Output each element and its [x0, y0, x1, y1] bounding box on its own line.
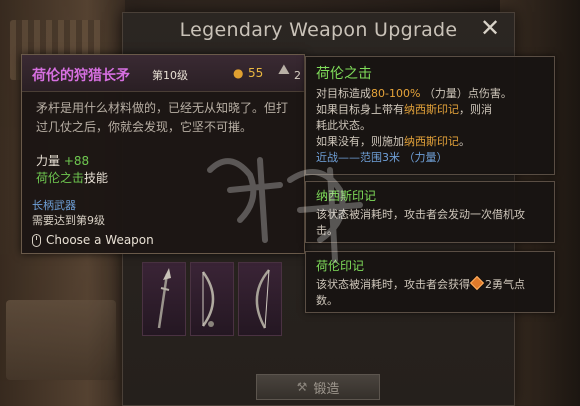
forge-button[interactable]: ⚒ 锻造	[256, 374, 380, 400]
tooltip-header: 荷伦的狩猎长矛 第10级 ● 55 ⛰ 2	[22, 55, 304, 92]
skill-text: 对目标造成	[316, 87, 371, 100]
mark-link: 纳西斯印记	[404, 135, 459, 148]
coins-icon: ●	[233, 66, 244, 80]
spear-icon	[157, 268, 171, 329]
close-button[interactable]: ✕	[478, 16, 502, 41]
stat-line: 力量 +88	[36, 152, 89, 169]
seal-panel-body: 该状态被消耗时，攻击者会获得 2勇气点数。	[316, 275, 544, 309]
weapon-type: 长柄武器	[32, 199, 76, 212]
weight-icon: ⛰	[278, 62, 290, 78]
skill-name: 荷伦之击	[36, 171, 85, 185]
skill-text: 如果目标身上带有	[316, 103, 404, 116]
weight-value: 2	[294, 69, 301, 82]
level-requirement: 需要达到第9级	[32, 214, 105, 227]
skill-text: （力量）点伤害。	[420, 87, 512, 100]
coins-value: 55	[248, 66, 264, 80]
watermark-logo	[207, 157, 363, 263]
choose-weapon-label: Choose a Weapon	[46, 233, 154, 247]
courage-token-icon	[469, 275, 485, 291]
weapon-name: 荷伦的狩猎长矛	[32, 68, 130, 84]
damage-range: 80-100%	[371, 87, 421, 100]
skill-panel-title: 荷伦之击	[316, 66, 372, 82]
dialog-title: Legendary Weapon Upgrade	[179, 19, 458, 41]
mark-link: 纳西斯印记	[404, 103, 459, 116]
skill-text: ，则消	[459, 103, 492, 116]
weapon-level: 第10级	[152, 69, 188, 82]
forge-label: 锻造	[313, 381, 340, 397]
stat-bonus: +88	[63, 154, 90, 168]
anvil-icon: ⚒	[296, 380, 308, 394]
mouse-icon	[32, 233, 41, 247]
skill-text: 。	[459, 135, 470, 148]
skill-line: 荷伦之击技能	[36, 169, 108, 186]
slot-spear[interactable]	[142, 262, 186, 336]
choose-weapon-prompt[interactable]: Choose a Weapon	[32, 233, 154, 247]
skill-suffix: 技能	[84, 171, 109, 185]
stat-label: 力量	[36, 154, 61, 168]
